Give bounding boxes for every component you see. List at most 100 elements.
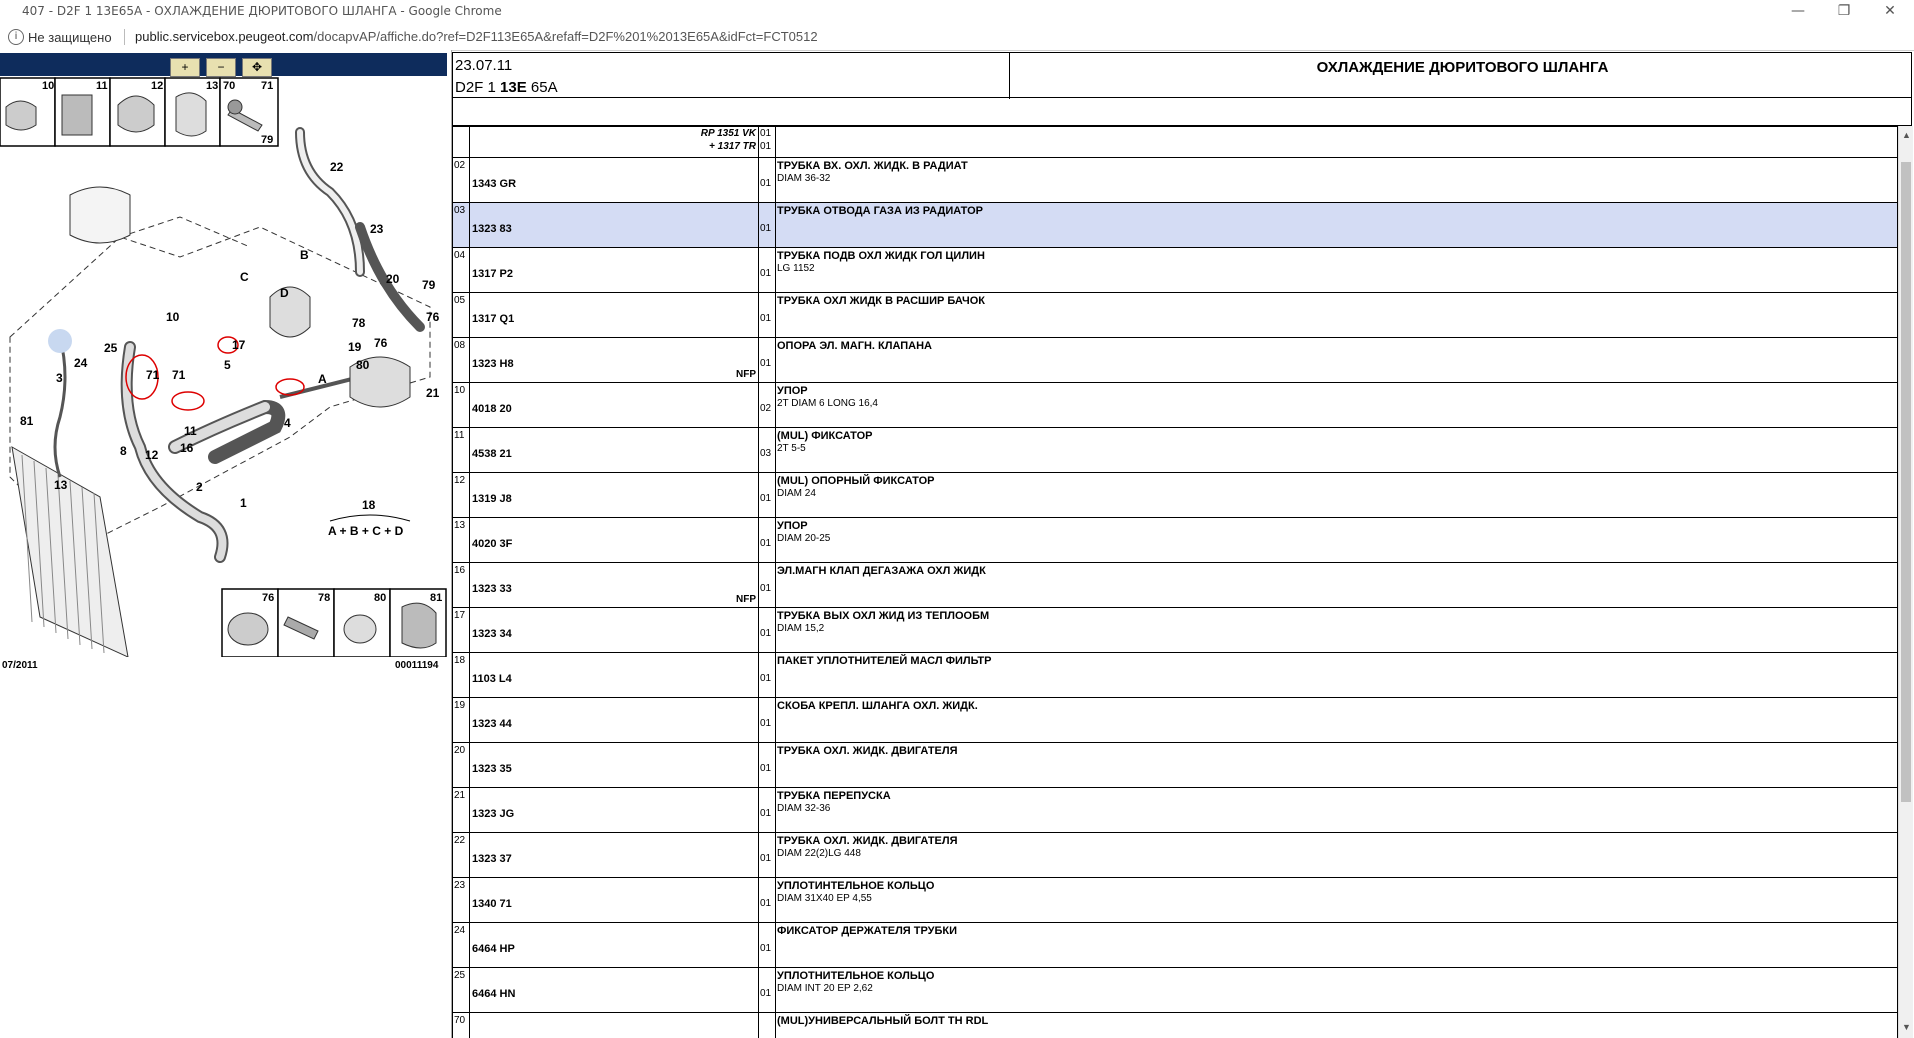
part-reference[interactable]: 1103 L4	[472, 673, 512, 685]
radiator-drawing	[11, 446, 129, 657]
ref-cell[interactable]: 1323 34	[469, 607, 759, 653]
part-reference[interactable]: 4018 20	[472, 403, 512, 415]
part-reference[interactable]: 1323 35	[472, 763, 512, 775]
part-reference[interactable]: 1323 44	[472, 718, 512, 730]
ref-cell[interactable]: 1319 J8	[469, 472, 759, 518]
part-reference[interactable]: 1323 JG	[472, 808, 514, 820]
table-row[interactable]: 13 4020 3F 01 УПОР DIAM 20-25	[452, 517, 1898, 563]
table-row[interactable]: 24 6464 HP 01 ФИКСАТОР ДЕРЖАТЕЛЯ ТРУБКИ	[452, 922, 1898, 968]
parts-table-wrapper[interactable]: RP 1351 VK + 1317 TR 01 01 02 1343 GR 01 ТР…	[452, 126, 1898, 1038]
qty-cell: 01	[758, 877, 776, 923]
ref-cell[interactable]: 1317 P2	[469, 247, 759, 293]
close-button[interactable]: ✕	[1868, 0, 1912, 24]
part-detail: DIAM 20-25	[777, 533, 831, 544]
part-reference[interactable]: 1340 71	[472, 898, 512, 910]
table-row[interactable]: 21 1323 JG 01 ТРУБКА ПЕРЕПУСКА DIAM 32-36	[452, 787, 1898, 833]
part-quantity: 01	[760, 718, 772, 729]
part-reference[interactable]: 1323 37	[472, 853, 512, 865]
info-icon[interactable]: i	[8, 29, 24, 45]
restore-button[interactable]: ❐	[1822, 0, 1866, 24]
kit-formula: A + B + C + D	[328, 524, 404, 538]
address-bar[interactable]: i Не защищено public.servicebox.peugeot.…	[0, 24, 1914, 51]
table-row[interactable]: 11 4538 21 03 (MUL) ФИКСАТОР 2T 5-5	[452, 427, 1898, 473]
desc-cell: УПОР 2T DIAM 6 LONG 16,4	[775, 382, 1898, 428]
scrollbar-thumb[interactable]	[1901, 162, 1911, 802]
ref-cell[interactable]: 4020 3F	[469, 517, 759, 563]
part-quantity: 01	[760, 313, 772, 324]
part-number: 22	[454, 835, 466, 846]
table-row[interactable]: 17 1323 34 01 ТРУБКА ВЫХ ОХЛ ЖИД ИЗ ТЕПЛООБ…	[452, 607, 1898, 653]
table-row[interactable]: 12 1319 J8 01 (MUL) ОПОРНЫЙ ФИКСАТОР DIAM 24	[452, 472, 1898, 518]
ref-cell[interactable]: 1323 33 NFP	[469, 562, 759, 608]
part-reference[interactable]: 4020 3F	[472, 538, 512, 550]
scroll-down-icon[interactable]: ▼	[1902, 1022, 1911, 1032]
table-row[interactable]: 16 1323 33 NFP 01 ЭЛ.МАГН КЛАП ДЕГАЗАЖА ОХЛ …	[452, 562, 1898, 608]
url-text[interactable]: public.servicebox.peugeot.com/docapvAP/a…	[135, 29, 818, 44]
part-reference[interactable]: 1323 33	[472, 583, 512, 595]
ref-cell[interactable]: 6464 HP	[469, 922, 759, 968]
ref-cell[interactable]: 6464 HN	[469, 967, 759, 1013]
ref-cell[interactable]: 1323 37	[469, 832, 759, 878]
security-label[interactable]: Не защищено	[28, 30, 112, 45]
ref-cell[interactable]: 4018 20	[469, 382, 759, 428]
table-row[interactable]: 70 (MUL)УНИВЕРСАЛЬНЫЙ БОЛТ TH RDL	[452, 1012, 1898, 1038]
table-row[interactable]: 10 4018 20 02 УПОР 2T DIAM 6 LONG 16,4	[452, 382, 1898, 428]
ref-cell[interactable]: 1340 71	[469, 877, 759, 923]
ref-cell[interactable]: 1323 35	[469, 742, 759, 788]
table-row-reference[interactable]: RP 1351 VK + 1317 TR 01 01	[452, 126, 1898, 158]
part-reference[interactable]: 1317 Q1	[472, 313, 514, 325]
part-quantity: 01	[760, 223, 772, 234]
zoom-fit-button[interactable]: ✥	[242, 58, 272, 77]
part-reference[interactable]: 1323 34	[472, 628, 512, 640]
part-description: (MUL) ОПОРНЫЙ ФИКСАТОР	[777, 475, 935, 487]
part-reference[interactable]: 1343 GR	[472, 178, 516, 190]
part-reference[interactable]: 4538 21	[472, 448, 512, 460]
zoom-in-button[interactable]: +	[170, 58, 200, 77]
part-reference[interactable]: 6464 HN	[472, 988, 515, 1000]
table-row[interactable]: 20 1323 35 01 ТРУБКА ОХЛ. ЖИДК. ДВИГАТЕЛЯ	[452, 742, 1898, 788]
table-row[interactable]: 08 1323 H8 NFP 01 ОПОРА ЭЛ. МАГН. КЛАПАНА	[452, 337, 1898, 383]
part-reference[interactable]: 1319 J8	[472, 493, 512, 505]
part-quantity: 01	[760, 853, 772, 864]
ref-cell[interactable]: 1323 H8 NFP	[469, 337, 759, 383]
desc-cell: ТРУБКА ОХЛ ЖИДК В РАСШИР БАЧОК	[775, 292, 1898, 338]
table-row[interactable]: 23 1340 71 01 УПЛОТИНТЕЛЬНОЕ КОЛЬЦО DIAM 31X…	[452, 877, 1898, 923]
table-row[interactable]: 05 1317 Q1 01 ТРУБКА ОХЛ ЖИДК В РАСШИР БАЧО…	[452, 292, 1898, 338]
table-row[interactable]: 22 1323 37 01 ТРУБКА ОХЛ. ЖИДК. ДВИГАТЕЛЯ DI…	[452, 832, 1898, 878]
table-row[interactable]: 25 6464 HN 01 УПЛОТНИТЕЛЬНОЕ КОЛЬЦО DIAM INT…	[452, 967, 1898, 1013]
desc-cell: ФИКСАТОР ДЕРЖАТЕЛЯ ТРУБКИ	[775, 922, 1898, 968]
part-number: 21	[454, 790, 466, 801]
vertical-scrollbar[interactable]: ▲ ▼	[1898, 126, 1913, 1038]
callout-20: 20	[386, 272, 400, 286]
zoom-out-button[interactable]: −	[206, 58, 236, 77]
ref-cell[interactable]: 1323 44	[469, 697, 759, 743]
kit-label: 18	[362, 498, 376, 512]
ref-cell[interactable]	[469, 1012, 759, 1038]
callout-2: 2	[196, 480, 203, 494]
desc-cell: ТРУБКА ВЫХ ОХЛ ЖИД ИЗ ТЕПЛООБМ DIAM 15,2	[775, 607, 1898, 653]
exploded-parts-diagram[interactable]: 10 11 12 13 70 71 79 22 23 20 79 76 21 7…	[0, 77, 447, 657]
ref-cell[interactable]: 1323 83	[469, 202, 759, 248]
scroll-up-icon[interactable]: ▲	[1902, 130, 1911, 140]
part-reference[interactable]: 1323 83	[472, 223, 512, 235]
part-quantity: 03	[760, 448, 772, 459]
part-reference[interactable]: 1323 H8	[472, 358, 514, 370]
desc-cell: ПАКЕТ УПЛОТНИТЕЛЕЙ МАСЛ ФИЛЬТР	[775, 652, 1898, 698]
ref-cell[interactable]: 1323 JG	[469, 787, 759, 833]
window-title-bar: 407 - D2F 1 13E65A - ОХЛАЖДЕНИЕ ДЮРИТОВО…	[0, 0, 1914, 25]
table-row[interactable]: 03 1323 83 01 ТРУБКА ОТВОДА ГАЗА ИЗ РАДИАТО…	[452, 202, 1898, 248]
callout-78: 78	[352, 316, 366, 330]
header-code: D2F 1 13E 65A	[455, 79, 558, 96]
ref-cell[interactable]: 1103 L4	[469, 652, 759, 698]
part-reference[interactable]: 6464 HP	[472, 943, 515, 955]
ref-cell[interactable]: 1317 Q1	[469, 292, 759, 338]
minimize-button[interactable]: —	[1776, 0, 1820, 24]
table-row[interactable]: 04 1317 P2 01 ТРУБКА ПОДВ ОХЛ ЖИДК ГОЛ ЦИЛИ…	[452, 247, 1898, 293]
table-row[interactable]: 18 1103 L4 01 ПАКЕТ УПЛОТНИТЕЛЕЙ МАСЛ ФИЛЬТ…	[452, 652, 1898, 698]
part-reference[interactable]: 1317 P2	[472, 268, 513, 280]
table-row[interactable]: 02 1343 GR 01 ТРУБКА ВХ. ОХЛ. ЖИДК. В РАДИА…	[452, 157, 1898, 203]
ref-cell[interactable]: 4538 21	[469, 427, 759, 473]
part-description: ТРУБКА ВЫХ ОХЛ ЖИД ИЗ ТЕПЛООБМ	[777, 610, 990, 622]
table-row[interactable]: 19 1323 44 01 СКОБА КРЕПЛ. ШЛАНГА ОХЛ. ЖИДК…	[452, 697, 1898, 743]
ref-cell[interactable]: 1343 GR	[469, 157, 759, 203]
